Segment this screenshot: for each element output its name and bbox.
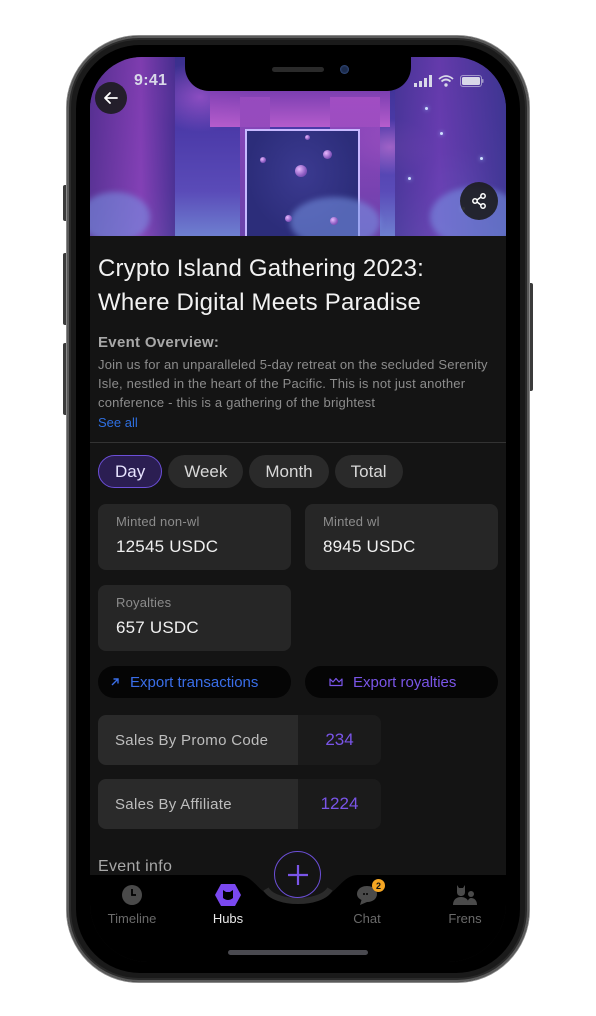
hero-star: [408, 177, 411, 180]
stat-card-minted-non-wl: Minted non-wl 12545 USDC: [98, 504, 291, 570]
sales-value: 1224: [298, 779, 381, 829]
status-time: 9:41: [134, 72, 168, 89]
hero-bubble: [330, 217, 338, 225]
stat-value: 8945 USDC: [323, 537, 416, 556]
event-title: Crypto Island Gathering 2023: Where Digi…: [98, 255, 424, 316]
clock-icon: [122, 885, 142, 905]
front-camera: [340, 65, 349, 74]
sales-row-promo-code: Sales By Promo Code 234: [98, 715, 381, 765]
chat-unread-badge: 2: [372, 879, 385, 892]
stat-label: Minted non-wl: [116, 514, 200, 529]
sales-label: Sales By Affiliate: [98, 779, 298, 829]
bottom-nav: Timeline Hubs 2 Chat Frens: [90, 851, 506, 962]
overview-text: Join us for an unparalleled 5-day retrea…: [98, 357, 488, 410]
nav-item-frens[interactable]: Frens: [425, 883, 505, 926]
arrow-left-icon: [104, 92, 118, 104]
hero-star: [480, 157, 483, 160]
notch: [185, 57, 411, 91]
friends-icon: [453, 885, 477, 905]
hubs-hexagon-icon: [215, 884, 241, 906]
stat-label: Minted wl: [323, 514, 380, 529]
arrow-up-right-icon: [111, 678, 119, 686]
export-royalties-label: Export royalties: [353, 673, 457, 691]
hero-bubble: [295, 165, 307, 177]
stat-card-minted-wl: Minted wl 8945 USDC: [305, 504, 498, 570]
share-icon: [472, 193, 486, 209]
stat-label: Royalties: [116, 595, 172, 610]
period-tabs: Day Week Month Total: [98, 455, 403, 488]
plus-icon: [287, 864, 308, 885]
divider: [90, 442, 506, 443]
home-indicator[interactable]: [228, 950, 368, 955]
sales-label: Sales By Promo Code: [98, 715, 298, 765]
hero-bubble: [323, 150, 332, 159]
sales-value: 234: [298, 715, 381, 765]
nav-item-chat[interactable]: 2 Chat: [327, 879, 407, 926]
hero-bubble: [305, 135, 310, 140]
create-button[interactable]: [274, 851, 321, 898]
sales-row-affiliate: Sales By Affiliate 1224: [98, 779, 381, 829]
tab-month[interactable]: Month: [249, 455, 329, 488]
nav-label: Hubs: [212, 911, 244, 926]
hero-star: [440, 132, 443, 135]
nav-label: Timeline: [107, 911, 157, 926]
screen: 9:41 Crypto Island Gathering 2023: Where…: [90, 57, 506, 962]
nav-item-hubs[interactable]: Hubs: [188, 883, 268, 926]
nav-label: Chat: [353, 911, 381, 926]
share-button[interactable]: [460, 182, 498, 220]
wifi-icon: [438, 75, 454, 87]
export-transactions-label: Export transactions: [130, 673, 259, 691]
nav-label: Frens: [448, 911, 482, 926]
tab-day[interactable]: Day: [98, 455, 163, 488]
signal-icon: [414, 75, 432, 87]
stat-value: 12545 USDC: [116, 537, 219, 556]
stat-value: 657 USDC: [116, 618, 199, 637]
tab-total[interactable]: Total: [334, 455, 403, 488]
event-details: Crypto Island Gathering 2023: Where Digi…: [98, 236, 498, 432]
export-royalties-button[interactable]: Export royalties: [305, 666, 498, 698]
back-button[interactable]: [95, 82, 127, 114]
export-transactions-button[interactable]: Export transactions: [98, 666, 291, 698]
hero-star: [425, 107, 428, 110]
speaker-grille: [272, 67, 324, 72]
stat-card-royalties: Royalties 657 USDC: [98, 585, 291, 651]
nav-item-timeline[interactable]: Timeline: [92, 883, 172, 926]
overview-label: Event Overview:: [98, 334, 220, 351]
event-cover-image: 9:41: [90, 57, 506, 236]
hero-bubble: [285, 215, 292, 222]
event-info-heading: Event info: [98, 858, 173, 875]
status-icons: [414, 75, 484, 87]
crown-icon: [329, 677, 343, 687]
battery-icon: [460, 75, 484, 87]
see-all-link[interactable]: See all: [98, 415, 138, 430]
tab-week[interactable]: Week: [168, 455, 244, 488]
hero-bubble: [260, 157, 266, 163]
